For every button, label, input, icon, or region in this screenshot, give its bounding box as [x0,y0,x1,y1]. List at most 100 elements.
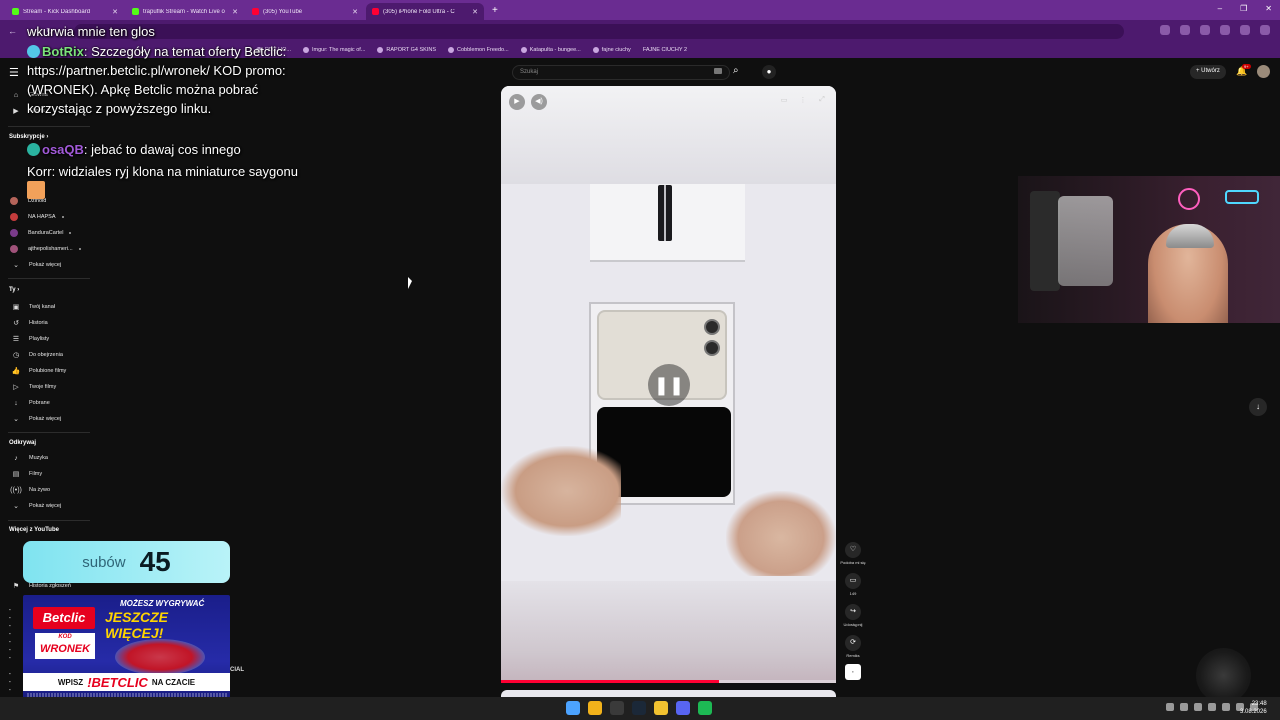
menu-icon[interactable] [1260,25,1270,35]
home-icon: ⌂ [13,91,19,99]
sidebar-item-live[interactable]: ((•)) Na żywo [10,485,50,495]
sidebar-item-subscription[interactable]: BanduraCartel [10,228,72,238]
volume-icon[interactable]: ◀) [531,94,547,110]
extension-icon[interactable] [1220,25,1230,35]
chat-message: Korr: widziales ryj klona na miniaturce … [27,162,307,200]
video-frame-bottom [501,581,836,683]
share-button[interactable]: ↪ Udostępnij [838,604,868,627]
shorts-video-player[interactable]: ▶ ◀) ▭ ⋮ ⤢ ❚❚ [501,86,836,683]
sidebar-item-watch-later[interactable]: ◷ Do obejrzenia [10,350,63,360]
chevron-down-icon: ⌄ [13,262,19,269]
remix-button[interactable]: ⟳ Remiks [838,635,868,658]
tray-icon[interactable] [1222,703,1230,711]
tray-icon[interactable] [1166,703,1174,711]
divider [8,432,90,433]
film-icon: ▤ [12,471,20,478]
divider [8,126,90,127]
sidebar-item-downloads[interactable]: ↓ Pobrane [10,398,50,408]
bookmark-item[interactable]: fajne ciuchy [592,47,631,53]
comments-button[interactable]: ▭ 149 [838,573,868,596]
show-more-button[interactable]: ⌄ Pokaż więcej [10,414,61,424]
tray-icon[interactable] [1208,703,1216,711]
search-input[interactable]: Szukaj [512,65,730,80]
extension-icon[interactable] [1160,25,1170,35]
discover-header: Odkrywaj [9,440,37,446]
tab-kick-dashboard[interactable]: Stream - Kick Dashboard ✕ [6,3,124,20]
avatar[interactable] [1257,65,1270,78]
chat-message: osaQB: jebać to dawaj cos innego [27,140,307,159]
tray-icon[interactable] [1180,703,1188,711]
sidebar-item-music[interactable]: ♪ Muzyka [10,453,48,463]
bookmark-item[interactable]: Katapulta - bungee... [520,47,581,53]
play-icon[interactable]: ▶ [509,94,525,110]
sidebar-item-your-channel[interactable]: ▣ Twój kanał [10,302,55,312]
obs-icon[interactable] [610,701,624,715]
close-icon[interactable]: ✕ [112,8,118,16]
channel-avatar [10,245,18,253]
extension-icons [1160,25,1270,35]
video-progress-bar[interactable] [501,680,836,683]
webcam-headset [1166,224,1214,248]
discord-icon[interactable] [676,701,690,715]
arrow-down-icon: ↓ [1256,402,1260,411]
show-more-button[interactable]: ⌄ Pokaż więcej [10,260,61,270]
close-window-button[interactable]: ✕ [1265,4,1272,13]
steam-icon[interactable] [632,701,646,715]
new-tab-button[interactable]: + [492,5,498,16]
notification-badge: 9+ [1242,64,1251,69]
right-hand [726,491,836,576]
hamburger-icon[interactable]: ☰ [9,66,19,79]
tab-youtube-video[interactable]: (305) iPhone Fold Ultra - C ✕ [366,3,484,20]
bookmark-item[interactable]: RAPORT G4 SKINS [377,47,436,53]
youtube-icon [252,8,259,15]
captions-icon[interactable]: ▭ [779,96,789,106]
bookmark-item[interactable]: Imgur: The magic of... [302,47,365,53]
extension-icon[interactable] [1180,25,1190,35]
extension-icon[interactable] [1200,25,1210,35]
like-button[interactable]: ♡ Podoba mi się [838,542,868,565]
sidebar-item-subscription[interactable]: ajthepolishameri... [10,244,81,254]
sidebar-item-your-videos[interactable]: ▷ Twoje filmy [10,382,56,392]
keyboard-icon[interactable] [714,68,722,74]
start-icon[interactable] [566,701,580,715]
more-options-icon[interactable]: ⋮ [798,96,808,106]
explorer-icon[interactable] [654,701,668,715]
download-icon: ↓ [14,399,18,407]
channel-thumbnail[interactable]: ▪ [838,664,868,680]
live-dot [69,232,72,234]
tray-icon[interactable] [1194,703,1202,711]
tab-kick-stream[interactable]: trapuflik Stream - Watch Live o ✕ [126,3,244,20]
show-more-button[interactable]: ⌄ Pokaż więcej [10,501,61,511]
live-icon: ((•)) [10,486,22,494]
fullscreen-icon[interactable]: ⤢ [817,96,827,106]
pause-icon[interactable]: ❚❚ [648,364,690,406]
back-icon[interactable]: ← [8,26,17,36]
profile-icon[interactable] [1240,25,1250,35]
sidebar-item-liked[interactable]: 👍 Polubione filmy [10,366,67,376]
minimize-button[interactable]: – [1218,4,1222,13]
bookmark-item[interactable]: Cobblemon Freedo... [448,47,509,53]
sidebar-item-movies[interactable]: ▤ Filmy [10,469,42,479]
close-icon[interactable]: ✕ [472,8,478,16]
spotify-icon[interactable] [698,701,712,715]
chrome-icon[interactable] [588,701,602,715]
sidebar-item-subscription[interactable]: NA HAPSA [10,212,64,222]
betclic-ad-banner: Betclic MOŻESZ WYGRYWAĆ JESZCZE WIĘCEJ! … [23,595,230,706]
kick-icon [12,8,19,15]
channel-avatar [10,197,18,205]
sidebar-item-playlists[interactable]: ☰ Playlisty [10,334,49,344]
tab-youtube-home[interactable]: (305) YouTube ✕ [246,3,364,20]
next-short-button[interactable]: ↓ [1249,398,1267,416]
maximize-button[interactable]: ❐ [1240,4,1247,13]
taskbar-clock[interactable]: 23:48 3.08.2026 [1240,700,1267,716]
chevron-down-icon: ⌄ [13,416,19,423]
microphone-icon[interactable]: ● [762,65,776,79]
search-icon[interactable]: ⌕ [733,65,739,76]
create-button[interactable]: + Utwórz [1190,65,1226,79]
sidebar-item-history[interactable]: ↺ Historia [10,318,48,328]
you-header[interactable]: Ty › [9,287,19,293]
kick-icon [132,8,139,15]
close-icon[interactable]: ✕ [232,8,238,16]
close-icon[interactable]: ✕ [352,8,358,16]
bookmark-item[interactable]: FAJNE CIUCHY 2 [643,47,687,53]
